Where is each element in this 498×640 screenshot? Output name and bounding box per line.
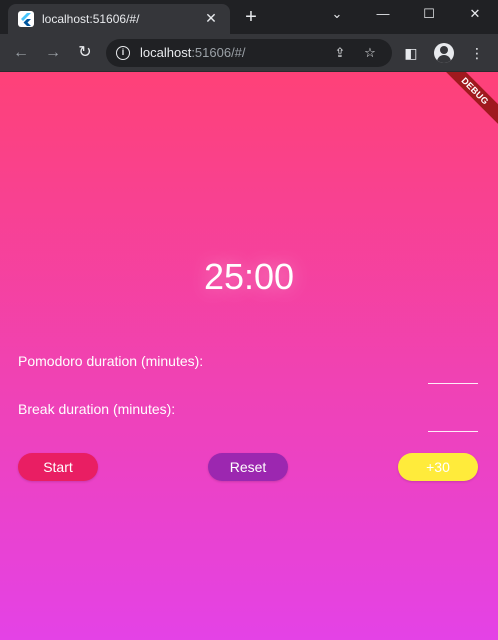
maximize-icon[interactable]: ☐ <box>406 0 452 30</box>
pomodoro-duration-input[interactable] <box>428 360 478 384</box>
star-icon[interactable]: ☆ <box>362 45 378 61</box>
start-button[interactable]: Start <box>18 453 98 481</box>
close-icon[interactable]: ✕ <box>202 9 220 27</box>
break-duration-label: Break duration (minutes): <box>18 401 176 417</box>
tab-title: localhost:51606/#/ <box>42 12 140 26</box>
forward-icon[interactable]: → <box>42 42 64 64</box>
share-icon[interactable]: ⇪ <box>332 45 348 61</box>
browser-tab[interactable]: localhost:51606/#/ ✕ <box>8 4 230 34</box>
info-icon[interactable]: i <box>116 46 130 60</box>
reload-icon[interactable]: ↻ <box>74 42 96 64</box>
plus-icon[interactable]: + <box>240 6 262 28</box>
address-bar[interactable]: i localhost:51606/#/ ⇪ ☆ <box>106 39 392 67</box>
back-icon[interactable]: ← <box>10 42 32 64</box>
debug-banner: DEBUG <box>434 72 498 132</box>
browser-toolbar: ← → ↻ i localhost:51606/#/ ⇪ ☆ ◧ ⋮ <box>0 34 498 72</box>
app-viewport: DEBUG 25:00 Pomodoro duration (minutes):… <box>0 72 498 640</box>
flutter-favicon-icon <box>18 11 34 27</box>
pomodoro-duration-label: Pomodoro duration (minutes): <box>18 353 204 369</box>
break-duration-input[interactable] <box>428 408 478 432</box>
window-close-icon[interactable]: ✕ <box>452 0 498 30</box>
url-text: localhost:51606/#/ <box>140 45 246 60</box>
timer-display: 25:00 <box>203 256 295 297</box>
menu-icon[interactable]: ⋮ <box>466 42 488 64</box>
minimize-icon[interactable]: — <box>360 0 406 30</box>
reset-button[interactable]: Reset <box>208 453 288 481</box>
browser-titlebar: localhost:51606/#/ ✕ + ⌄ — ☐ ✕ <box>0 0 498 34</box>
chevron-down-icon[interactable]: ⌄ <box>314 0 360 30</box>
side-panel-icon[interactable]: ◧ <box>400 42 422 64</box>
add-thirty-button[interactable]: +30 <box>398 453 478 481</box>
profile-icon[interactable] <box>434 43 454 63</box>
